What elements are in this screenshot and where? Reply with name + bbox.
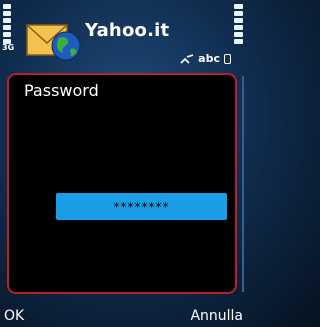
signal-strength-icon <box>3 4 11 46</box>
keypad-lock-icon <box>224 53 231 64</box>
app-title: Yahoo.it <box>85 20 170 41</box>
password-dialog: Password ******** <box>7 73 237 294</box>
password-label: Password <box>24 81 99 100</box>
pen-icon <box>180 53 194 64</box>
input-indicators: abc <box>180 52 231 65</box>
softkey-bar: OK Annulla <box>0 303 247 327</box>
input-mode-label: abc <box>198 52 220 65</box>
ok-softkey[interactable]: OK <box>4 308 24 324</box>
password-input[interactable]: ******** <box>56 193 227 220</box>
status-bar: 3G Yahoo.it abc <box>0 0 247 70</box>
network-type-label: 3G <box>2 43 15 52</box>
mail-globe-icon <box>26 24 81 61</box>
scrollbar[interactable] <box>242 76 244 292</box>
cancel-softkey[interactable]: Annulla <box>190 308 243 324</box>
battery-icon <box>234 4 243 46</box>
